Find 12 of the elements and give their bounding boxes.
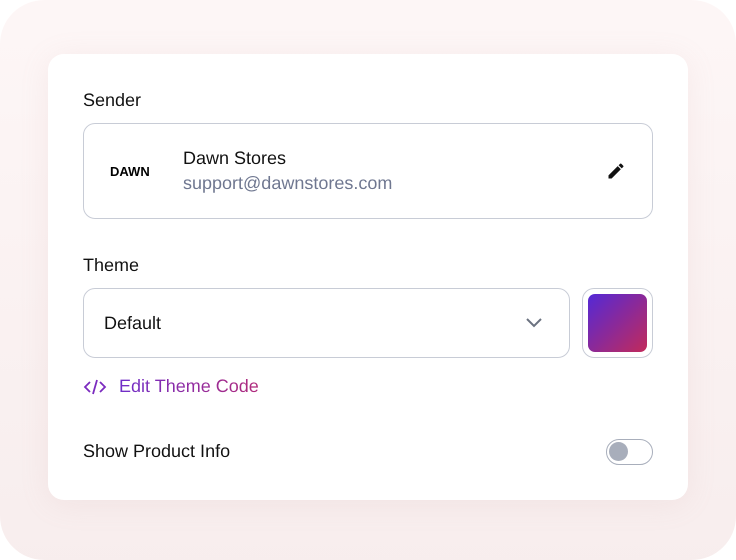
code-icon: [83, 378, 107, 396]
pencil-icon[interactable]: [606, 161, 626, 181]
toggle-switch[interactable]: [606, 438, 653, 464]
sender-email: support@dawnstores.com: [183, 173, 394, 194]
color-swatch-button[interactable]: [582, 288, 653, 358]
chevron-down-icon: [525, 317, 543, 329]
sender-name: Dawn Stores: [183, 148, 288, 169]
section-label: Sender: [83, 90, 142, 111]
toggle-label: Show Product Info: [83, 441, 230, 462]
section-label: Theme: [83, 255, 140, 276]
logo-text: DAWN: [110, 164, 151, 178]
theme-dropdown[interactable]: Default: [83, 288, 570, 358]
